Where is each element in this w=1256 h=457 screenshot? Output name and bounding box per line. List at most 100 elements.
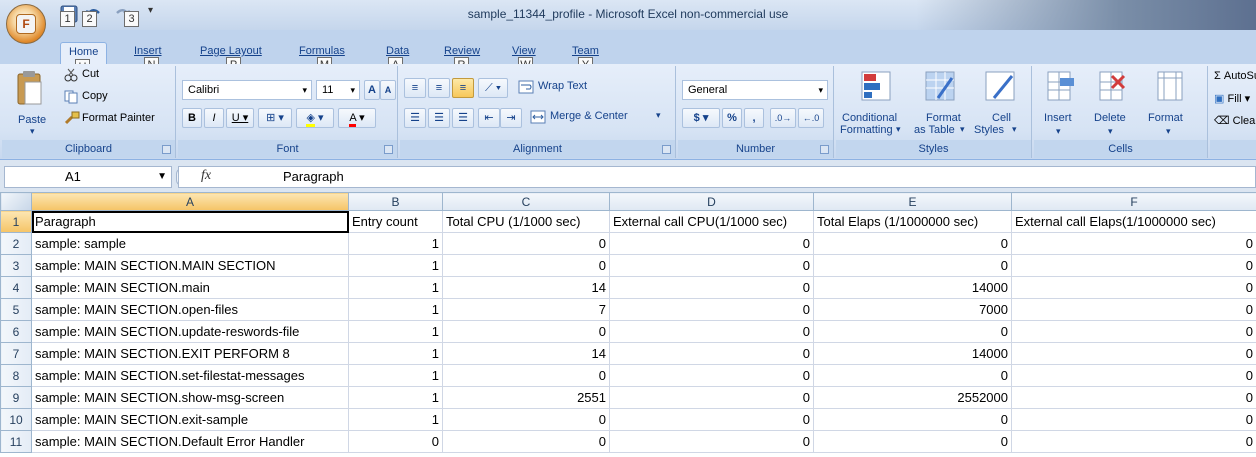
cell[interactable]: sample: MAIN SECTION.exit-sample <box>31 408 349 431</box>
cell[interactable]: 14 <box>442 342 610 365</box>
cell[interactable]: 0 <box>442 430 610 453</box>
cell[interactable]: sample: MAIN SECTION.Default Error Handl… <box>31 430 349 453</box>
office-button[interactable]: F <box>6 4 46 44</box>
merge-center-icon[interactable] <box>530 110 546 127</box>
cell[interactable]: sample: MAIN SECTION.set-filestat-messag… <box>31 364 349 387</box>
cell-a1[interactable]: Paragraph <box>31 210 349 233</box>
font-size-select[interactable]: 11 ▾ <box>316 80 360 100</box>
insert-cells-icon[interactable] <box>1044 70 1076 105</box>
cell[interactable]: 0 <box>609 342 814 365</box>
row-header[interactable]: 2 <box>0 232 32 255</box>
increase-indent-icon[interactable]: ⇥ <box>500 108 522 128</box>
tab-data[interactable]: Data A <box>386 45 409 73</box>
cell-styles-dropdown-icon[interactable]: ▾ <box>1012 124 1017 135</box>
row-header[interactable]: 3 <box>0 254 32 277</box>
conditional-formatting-dropdown-icon[interactable]: ▾ <box>896 124 901 135</box>
row-header[interactable]: 10 <box>0 408 32 431</box>
fill-color-icon[interactable]: ◈ ▾ <box>296 108 334 128</box>
cell[interactable]: Total Elaps (1/1000000 sec) <box>813 210 1012 233</box>
cell[interactable]: 0 <box>1011 342 1256 365</box>
cell[interactable]: 14 <box>442 276 610 299</box>
select-all-corner[interactable] <box>0 192 32 211</box>
cell[interactable]: sample: MAIN SECTION.update-reswords-fil… <box>31 320 349 343</box>
delete-cells-dropdown-icon[interactable]: ▾ <box>1108 126 1113 137</box>
cell[interactable]: sample: sample <box>31 232 349 255</box>
cell[interactable]: 0 <box>609 430 814 453</box>
underline-icon[interactable]: U ▾ <box>226 108 254 128</box>
row-header[interactable]: 4 <box>0 276 32 299</box>
cell[interactable]: External call CPU(1/1000 sec) <box>609 210 814 233</box>
cell[interactable]: 0 <box>609 364 814 387</box>
tab-home[interactable]: Home H <box>60 42 108 75</box>
format-as-table-icon[interactable] <box>924 70 956 105</box>
row-header[interactable]: 9 <box>0 386 32 409</box>
decrease-indent-icon[interactable]: ⇤ <box>478 108 500 128</box>
cell[interactable]: 7000 <box>813 298 1012 321</box>
cell[interactable]: External call Elaps(1/1000000 sec) <box>1011 210 1256 233</box>
autosum-button[interactable]: Σ AutoSur <box>1214 70 1256 82</box>
bold-icon[interactable]: B <box>182 108 202 128</box>
column-header-b[interactable]: B <box>348 192 443 211</box>
cell[interactable]: 2552000 <box>813 386 1012 409</box>
cell[interactable]: 1 <box>348 276 443 299</box>
comma-style-icon[interactable]: , <box>744 108 764 128</box>
conditional-formatting-button[interactable]: Conditional <box>842 112 897 124</box>
cell[interactable]: 0 <box>1011 254 1256 277</box>
fill-button[interactable]: ▣ Fill ▾ <box>1214 92 1250 105</box>
conditional-formatting-icon[interactable] <box>860 70 892 105</box>
merge-center-dropdown-icon[interactable]: ▾ <box>656 110 661 121</box>
tab-formulas[interactable]: Formulas M <box>299 45 345 73</box>
align-bottom-icon[interactable]: ≡ <box>452 78 474 98</box>
italic-icon[interactable]: I <box>204 108 224 128</box>
cell[interactable]: 0 <box>609 386 814 409</box>
tab-page-layout[interactable]: Page Layout P <box>200 45 262 73</box>
cell-styles-button[interactable]: Cell <box>992 112 1011 124</box>
cell[interactable]: 0 <box>442 254 610 277</box>
cell[interactable]: 0 <box>813 430 1012 453</box>
wrap-text-button[interactable]: Wrap Text <box>538 80 587 92</box>
cell[interactable]: sample: MAIN SECTION.show-msg-screen <box>31 386 349 409</box>
tab-review[interactable]: Review R <box>444 45 480 73</box>
cut-button[interactable]: Cut <box>82 68 99 80</box>
format-as-table-dropdown-icon[interactable]: ▾ <box>960 124 965 135</box>
cell[interactable]: 0 <box>442 232 610 255</box>
borders-icon[interactable]: ⊞ ▾ <box>258 108 292 128</box>
copy-icon[interactable] <box>64 90 78 107</box>
cell[interactable]: 0 <box>609 298 814 321</box>
alignment-launcher-icon[interactable] <box>662 145 671 154</box>
percent-style-icon[interactable]: % <box>722 108 742 128</box>
format-painter-icon[interactable] <box>64 111 80 128</box>
row-header[interactable]: 7 <box>0 342 32 365</box>
format-cells-dropdown-icon[interactable]: ▾ <box>1166 126 1171 137</box>
cell[interactable]: 1 <box>348 342 443 365</box>
paste-icon[interactable] <box>16 70 44 110</box>
insert-function-icon[interactable]: fx <box>201 168 211 184</box>
grow-font-icon[interactable]: A <box>364 80 380 100</box>
paste-button[interactable]: Paste <box>18 114 46 126</box>
merge-center-button[interactable]: Merge & Center <box>550 110 628 122</box>
accounting-format-icon[interactable]: $ ▾ <box>682 108 720 128</box>
cell[interactable]: 14000 <box>813 276 1012 299</box>
font-name-select[interactable]: Calibri ▾ <box>182 80 312 100</box>
cell[interactable]: 1 <box>348 386 443 409</box>
column-header-a[interactable]: A <box>31 192 349 211</box>
tab-insert[interactable]: Insert N <box>134 45 162 73</box>
cell[interactable]: Entry count <box>348 210 443 233</box>
copy-button[interactable]: Copy <box>82 90 108 102</box>
wrap-text-icon[interactable] <box>518 80 534 97</box>
cell[interactable]: 0 <box>1011 386 1256 409</box>
insert-cells-dropdown-icon[interactable]: ▾ <box>1056 126 1061 137</box>
cell[interactable]: 0 <box>1011 276 1256 299</box>
row-header[interactable]: 8 <box>0 364 32 387</box>
cut-icon[interactable] <box>64 68 78 85</box>
cell-styles-icon[interactable] <box>984 70 1016 105</box>
tab-view[interactable]: View W <box>512 45 536 73</box>
clipboard-launcher-icon[interactable] <box>162 145 171 154</box>
format-as-table-button[interactable]: Format <box>926 112 961 124</box>
cell[interactable]: 0 <box>813 254 1012 277</box>
cell[interactable]: 1 <box>348 320 443 343</box>
column-header-c[interactable]: C <box>442 192 610 211</box>
column-header-d[interactable]: D <box>609 192 814 211</box>
delete-cells-button[interactable]: Delete <box>1094 112 1126 124</box>
column-header-f[interactable]: F <box>1011 192 1256 211</box>
